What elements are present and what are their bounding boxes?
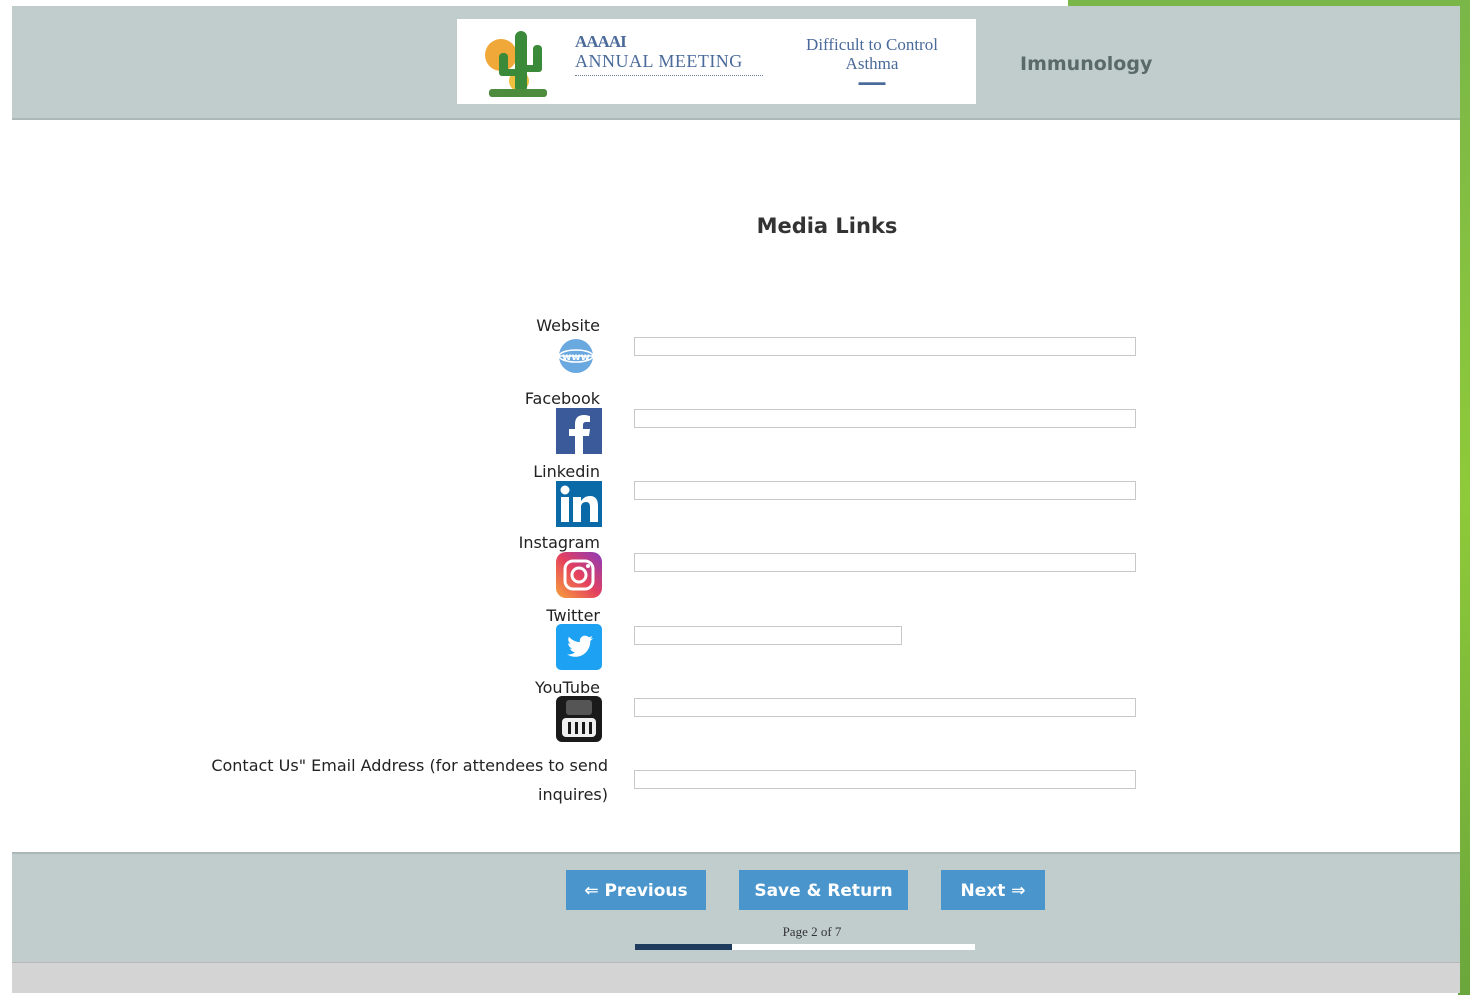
previous-button[interactable]: ⇐ Previous xyxy=(566,870,706,910)
next-button[interactable]: Next ⇒ xyxy=(941,870,1045,910)
event-banner: AAAAI ANNUAL MEETING Difficult to Contro… xyxy=(457,19,976,104)
youtube-input[interactable] xyxy=(634,698,1136,717)
page-footer: ⇐ Previous Save & Return Next ⇒ Page 2 o… xyxy=(12,852,1460,962)
meeting-subtitle-line xyxy=(575,75,763,79)
instagram-icon xyxy=(556,552,602,598)
org-acronym: AAAAI xyxy=(575,32,627,51)
progress-bar xyxy=(635,944,975,950)
contact-email-input[interactable] xyxy=(634,770,1136,789)
twitter-label: Twitter xyxy=(546,606,600,625)
youtube-icon xyxy=(556,696,602,742)
topic-text: Difficult to Control Asthma xyxy=(806,35,938,73)
specialty-label: Immunology xyxy=(1020,53,1153,75)
save-return-button[interactable]: Save & Return xyxy=(739,870,908,910)
globe-icon: www xyxy=(558,339,594,373)
page-header: AAAAI ANNUAL MEETING Difficult to Contro… xyxy=(12,6,1460,120)
facebook-input[interactable] xyxy=(634,409,1136,428)
website-input[interactable] xyxy=(634,337,1136,356)
linkedin-input[interactable] xyxy=(634,481,1136,500)
topic-code-mark: ▬▬▬ xyxy=(858,77,886,87)
progress-fill xyxy=(635,944,733,950)
instagram-input[interactable] xyxy=(634,553,1136,572)
cactus-logo-icon xyxy=(485,31,547,97)
facebook-icon xyxy=(556,408,602,454)
session-topic: Difficult to Control Asthma ▬▬▬ xyxy=(782,35,962,92)
page-title: Media Links xyxy=(756,214,898,238)
bottom-bar xyxy=(12,962,1460,993)
linkedin-icon xyxy=(556,481,602,527)
svg-text:www: www xyxy=(562,352,590,363)
meeting-title: ANNUAL MEETING xyxy=(575,51,743,71)
page-indicator: Page 2 of 7 xyxy=(782,924,842,939)
contact-email-label: Contact Us" Email Address (for attendees… xyxy=(211,756,608,804)
meeting-name: AAAAI ANNUAL MEETING xyxy=(575,33,775,79)
form-page: AAAAI ANNUAL MEETING Difficult to Contro… xyxy=(12,6,1460,993)
instagram-label: Instagram xyxy=(518,533,600,552)
twitter-icon xyxy=(556,624,602,670)
facebook-label: Facebook xyxy=(524,389,600,408)
youtube-label: YouTube xyxy=(534,678,600,697)
linkedin-label: Linkedin xyxy=(533,462,600,481)
website-label: Website xyxy=(536,316,600,335)
twitter-input[interactable] xyxy=(634,626,902,645)
